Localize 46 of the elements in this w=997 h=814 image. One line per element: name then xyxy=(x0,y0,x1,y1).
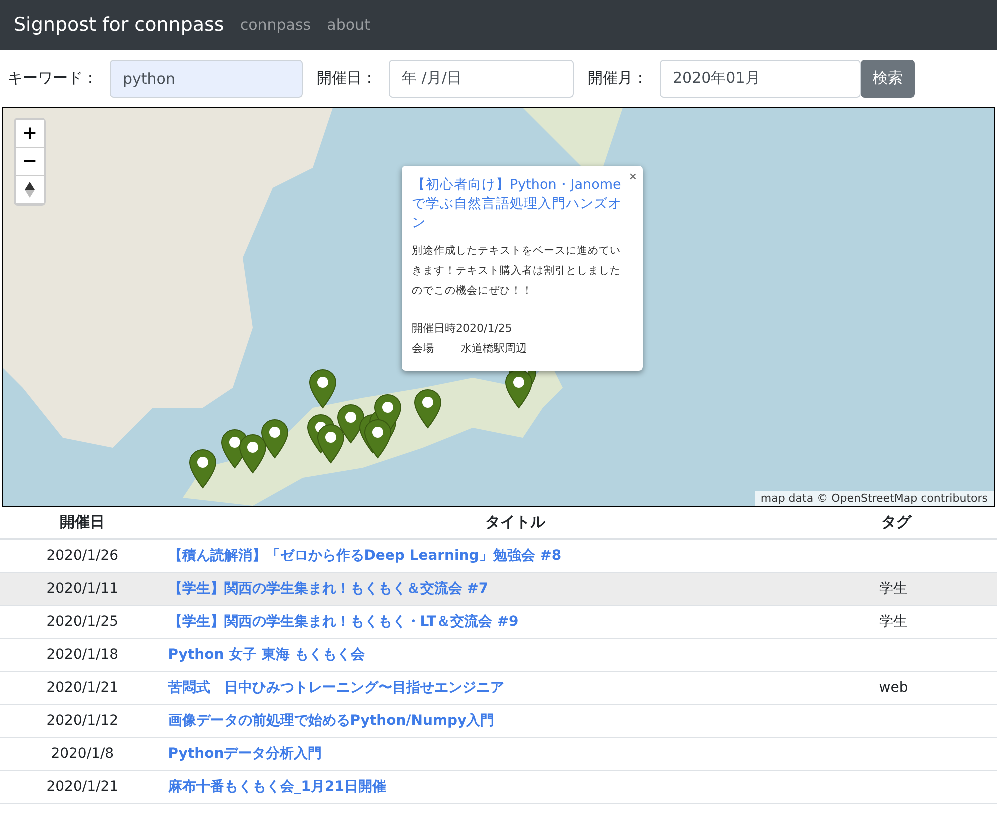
table-row[interactable]: 2020/1/25 【学生】関西の学生集まれ！もくもく・LT＆交流会 #9 学生 xyxy=(0,605,997,638)
table-row[interactable]: 2020/1/8 Pythonデータ分析入門 xyxy=(0,737,997,770)
event-title-link[interactable]: 【積ん読解消】「ゼロから作るDeep Learning」勉強会 #8 xyxy=(168,548,562,564)
date-label: 開催日時 xyxy=(412,321,456,337)
keyword-field[interactable]: python xyxy=(110,60,303,98)
date-label: 開催日： xyxy=(317,69,377,88)
table-row[interactable]: 2020/1/12 画像データの前処理で始めるPython/Numpy入門 xyxy=(0,704,997,737)
event-title-link[interactable]: Pythonデータ分析入門 xyxy=(168,746,322,762)
date-cell: 2020/1/21 xyxy=(0,671,166,704)
event-title-link[interactable]: 画像データの前処理で始めるPython/Numpy入門 xyxy=(168,712,495,728)
popup-title-link[interactable]: 【初心者向け】Python・Janomeで学ぶ自然言語処理入門ハンズオン xyxy=(412,176,631,233)
date-cell: 2020/1/11 xyxy=(0,572,166,605)
table-row[interactable]: 2020/1/18 Python 女子 東海 もくもく会 xyxy=(0,638,997,671)
tag-cell: 学生 xyxy=(865,572,997,605)
close-button[interactable]: × xyxy=(629,169,637,184)
event-title-link[interactable]: Python 女子 東海 もくもく会 xyxy=(168,646,365,662)
map-attribution: map data © OpenStreetMap contributors xyxy=(754,491,994,506)
month-field[interactable]: 2020年01月 xyxy=(660,60,861,98)
event-title-link[interactable]: 麻布十番もくもく会_1月21日開催 xyxy=(168,778,386,794)
table-row[interactable]: 2020/1/26 【積ん読解消】「ゼロから作るDeep Learning」勉強会 #8 xyxy=(0,539,997,572)
table-row[interactable]: 2020/1/21 麻布十番もくもく会_1月21日開催 xyxy=(0,770,997,803)
date-cell: 2020/1/12 xyxy=(0,704,166,737)
date-cell: 2020/1/8 xyxy=(0,737,166,770)
brand-title[interactable]: Signpost for connpass xyxy=(14,14,224,36)
date-field[interactable]: 年 /月/日 xyxy=(389,60,574,98)
nav-link[interactable]: connpass xyxy=(240,16,312,34)
event-date: 2020/1/25 xyxy=(456,321,512,337)
venue-label: 会場 xyxy=(412,341,435,357)
popup-description: 別途作成したテキストをベースに進めていきます！テキスト購入者は割引としましたのでこの機会にぜひ！！ xyxy=(412,244,622,299)
keyword-label: キーワード： xyxy=(8,69,98,88)
zoom-in-button[interactable]: + xyxy=(16,120,44,148)
search-button[interactable]: 検索 xyxy=(861,60,915,98)
tag-cell: 学生 xyxy=(865,605,997,638)
date-cell: 2020/1/18 xyxy=(0,638,166,671)
event-title-link[interactable]: 【学生】関西の学生集まれ！もくもく・LT＆交流会 #9 xyxy=(168,614,519,630)
tag-cell: web xyxy=(865,671,997,704)
month-label: 開催月： xyxy=(588,69,648,88)
nav-link[interactable]: about xyxy=(327,16,370,34)
date-cell: 2020/1/26 xyxy=(0,539,166,572)
event-title-link[interactable]: 苦悶式 日中ひみつトレーニング〜目指せエンジニア xyxy=(168,680,504,696)
date-cell: 2020/1/25 xyxy=(0,605,166,638)
venue-name: 水道橋駅周辺 xyxy=(461,341,527,357)
compass-icon xyxy=(25,182,35,198)
table-row[interactable]: 2020/1/11 【学生】関西の学生集まれ！もくもく＆交流会 #7 学生 xyxy=(0,572,997,605)
date-cell: 2020/1/21 xyxy=(0,770,166,803)
table-row[interactable]: 2020/1/21 苦悶式 日中ひみつトレーニング〜目指せエンジニア web xyxy=(0,671,997,704)
